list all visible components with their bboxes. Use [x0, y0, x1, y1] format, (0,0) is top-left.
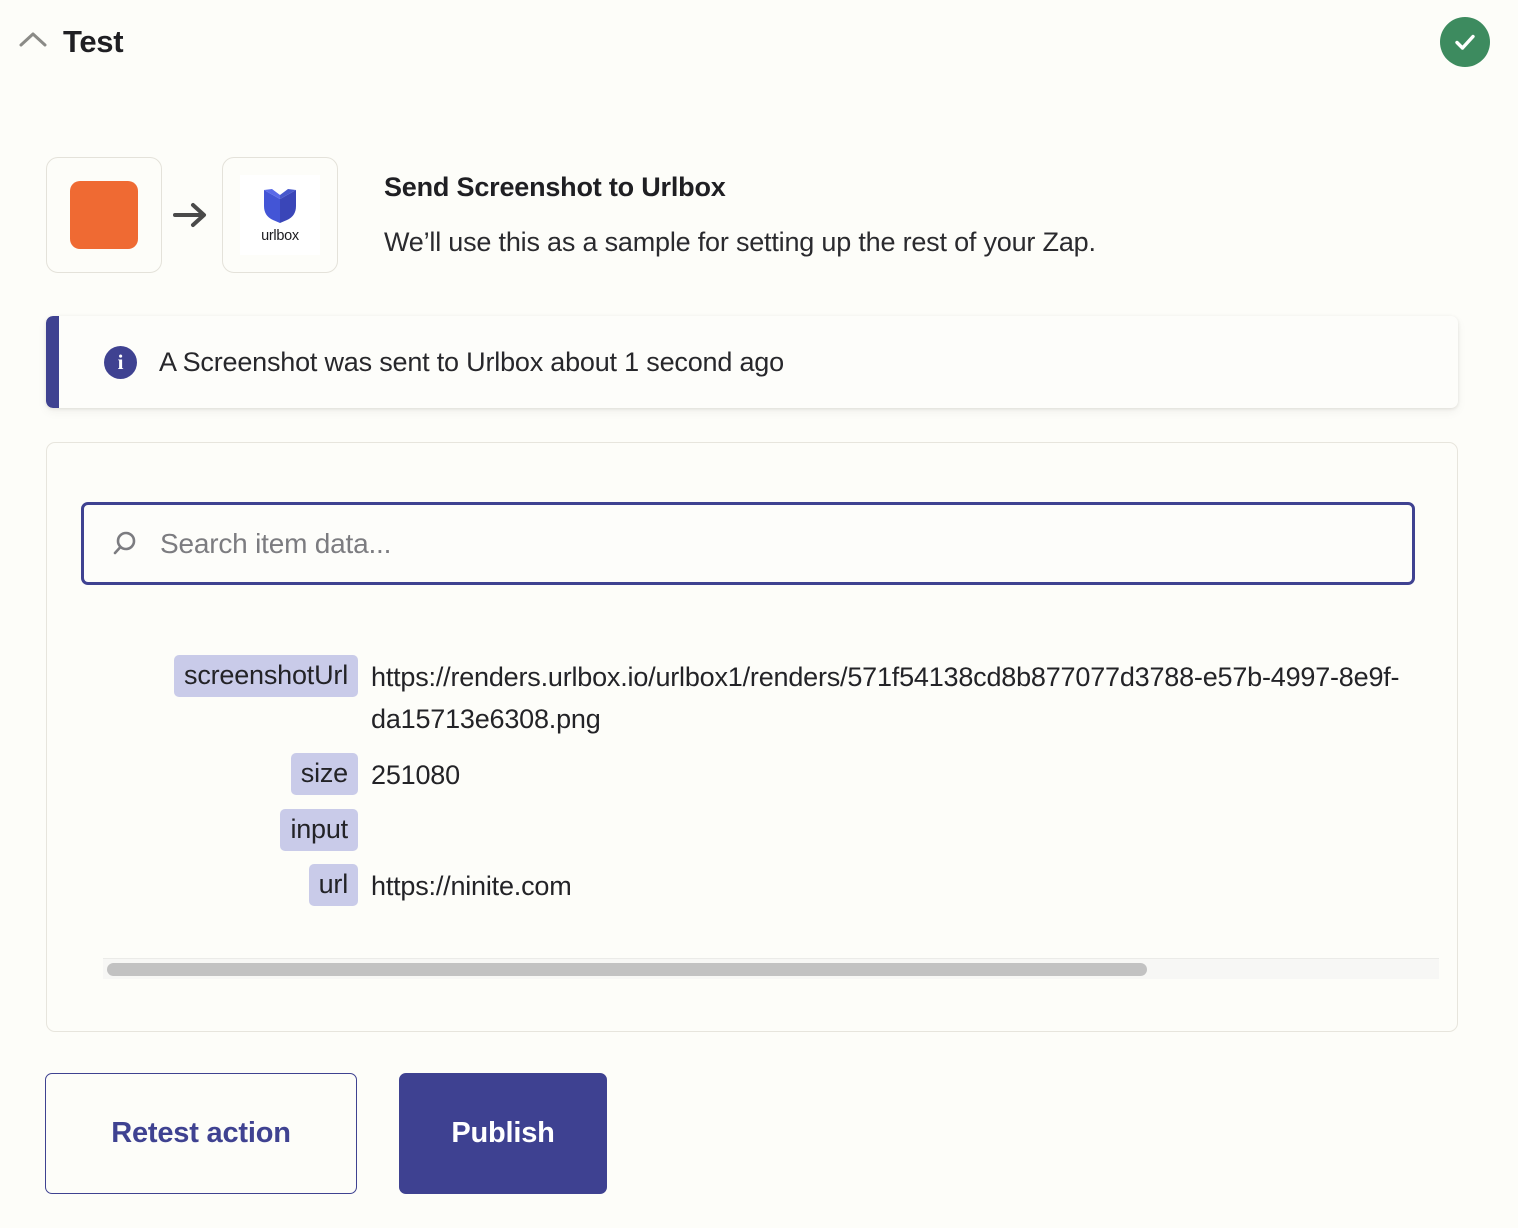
urlbox-logo-icon: urlbox — [240, 175, 320, 255]
search-input[interactable] — [160, 528, 1392, 560]
field-key-col: size — [47, 753, 371, 795]
item-data-card: screenshotUrl https://renders.urlbox.io/… — [46, 442, 1458, 1032]
info-circle-icon: i — [104, 346, 137, 379]
field-row-url: url https://ninite.com — [47, 864, 1458, 907]
scrollbar-thumb[interactable] — [107, 963, 1147, 976]
field-key[interactable]: url — [309, 864, 358, 906]
chevron-up-icon[interactable] — [16, 24, 50, 58]
app-pair: urlbox — [46, 156, 338, 274]
target-app-tile: urlbox — [222, 157, 338, 273]
check-icon — [1451, 28, 1479, 56]
field-key[interactable]: size — [291, 753, 358, 795]
status-badge — [1440, 17, 1490, 67]
field-row-input: input — [47, 809, 1458, 851]
field-value[interactable]: https://renders.urlbox.io/urlbox1/render… — [371, 655, 1458, 740]
urlbox-wordmark: urlbox — [261, 228, 299, 244]
field-key-col: url — [47, 864, 371, 906]
retest-action-button[interactable]: Retest action — [45, 1073, 357, 1194]
action-description: Send Screenshot to Urlbox We’ll use this… — [384, 170, 1444, 259]
test-step-header: Test — [0, 0, 1518, 86]
field-key[interactable]: input — [280, 809, 358, 851]
field-key[interactable]: screenshotUrl — [174, 655, 358, 697]
info-banner: i A Screenshot was sent to Urlbox about … — [46, 316, 1458, 408]
search-icon — [108, 527, 142, 561]
search-field[interactable] — [81, 502, 1415, 585]
field-key-col: input — [47, 809, 371, 851]
source-app-tile — [46, 157, 162, 273]
publish-button[interactable]: Publish — [399, 1073, 607, 1194]
field-value[interactable]: https://ninite.com — [371, 864, 572, 907]
item-data-fields: screenshotUrl https://renders.urlbox.io/… — [47, 655, 1458, 920]
banner-message: A Screenshot was sent to Urlbox about 1 … — [159, 347, 784, 378]
field-row-size: size 251080 — [47, 753, 1458, 796]
page-title: Test — [63, 21, 123, 63]
action-title: Send Screenshot to Urlbox — [384, 170, 1444, 204]
field-row-screenshoturl: screenshotUrl https://renders.urlbox.io/… — [47, 655, 1458, 740]
orange-square-app-icon — [70, 181, 138, 249]
arrow-right-icon — [162, 200, 222, 230]
field-value[interactable]: 251080 — [371, 753, 460, 796]
horizontal-scrollbar[interactable] — [103, 958, 1439, 979]
footer-actions: Retest action Publish — [45, 1073, 607, 1194]
field-key-col: screenshotUrl — [47, 655, 371, 697]
banner-accent-bar — [46, 316, 59, 408]
action-subtitle: We’ll use this as a sample for setting u… — [384, 225, 1444, 259]
